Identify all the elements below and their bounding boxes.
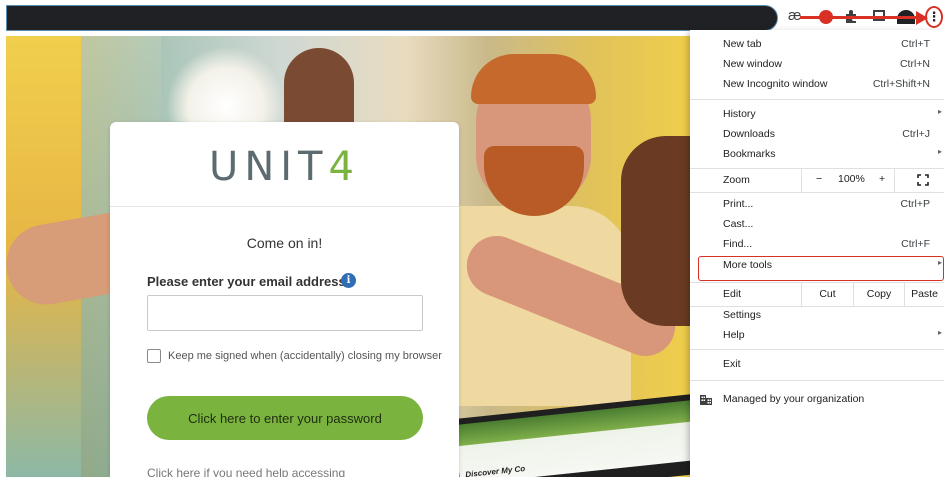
menu-item-help[interactable]: Help ▸ — [690, 326, 944, 346]
chrome-menu: New tab Ctrl+T New window Ctrl+N New Inc… — [690, 30, 944, 477]
email-input[interactable] — [147, 295, 423, 331]
menu-label: Zoom — [723, 174, 750, 186]
menu-shortcut: Ctrl+F — [901, 238, 930, 250]
menu-item-new-tab[interactable]: New tab Ctrl+T — [690, 35, 944, 55]
menu-label: New tab — [723, 38, 762, 50]
menu-label: Help — [723, 329, 745, 341]
copy-button[interactable]: Copy — [853, 282, 905, 306]
more-tools-highlight — [698, 256, 944, 281]
greeting-text: Come on in! — [246, 235, 323, 251]
menu-shortcut: Ctrl+N — [899, 58, 930, 70]
logo-accent: 4 — [328, 144, 360, 190]
photo-man-hair — [471, 54, 596, 104]
address-bar[interactable] — [6, 5, 778, 31]
menu-label: Edit — [723, 288, 742, 300]
menu-shortcut: Ctrl+Shift+N — [872, 78, 930, 90]
menu-item-zoom: Zoom − 100% + — [690, 168, 944, 192]
menu-shortcut: Ctrl+T — [901, 38, 930, 50]
menu-label: New window — [723, 58, 782, 70]
menu-item-new-incognito[interactable]: New Incognito window Ctrl+Shift+N — [690, 75, 944, 95]
screenshot: Discover My Co æ ⋮ 1 UNIT4 Come on in! P… — [0, 0, 944, 477]
unit4-logo: UNIT4 — [110, 144, 459, 190]
menu-separator — [690, 349, 944, 350]
menu-shortcut: Ctrl+J — [902, 128, 930, 140]
submenu-arrow-icon: ▸ — [937, 107, 942, 116]
menu-separator — [690, 99, 944, 100]
menu-item-downloads[interactable]: Downloads Ctrl+J — [690, 125, 944, 145]
menu-label: Managed by your organization — [723, 393, 865, 405]
zoom-level: 100% — [838, 173, 865, 185]
paste-button[interactable]: Paste — [905, 282, 944, 306]
menu-label: New Incognito window — [723, 78, 828, 90]
submenu-arrow-icon: ▸ — [937, 328, 942, 337]
menu-item-print[interactable]: Print... Ctrl+P — [690, 195, 944, 215]
menu-item-bookmarks[interactable]: Bookmarks ▸ — [690, 145, 944, 165]
menu-item-exit[interactable]: Exit — [690, 355, 944, 375]
menu-label: Cast... — [723, 218, 754, 230]
zoom-controls: − 100% + — [801, 168, 895, 192]
zoom-in-button[interactable]: + — [879, 173, 885, 185]
menu-separator — [690, 380, 944, 381]
enter-password-button[interactable]: Click here to enter your password — [147, 396, 423, 440]
keep-signed-label[interactable]: Keep me signed when (accidentally) closi… — [168, 350, 442, 362]
info-icon[interactable]: i — [341, 273, 356, 288]
photo-woman — [621, 136, 694, 326]
annotation-arrow — [800, 16, 920, 19]
menu-item-cast[interactable]: Cast... — [690, 215, 944, 235]
laptop-screen-text: Discover My Co — [464, 463, 526, 477]
keep-signed-checkbox[interactable] — [147, 349, 161, 363]
menu-label: Bookmarks — [723, 148, 776, 160]
logo-text: UNIT — [209, 144, 329, 190]
menu-item-history[interactable]: History ▸ — [690, 105, 944, 125]
menu-item-settings[interactable]: Settings — [690, 306, 944, 326]
menu-separator — [690, 192, 944, 193]
login-card: UNIT4 Come on in! Please enter your emai… — [110, 122, 459, 477]
menu-label: Find... — [723, 238, 753, 250]
card-divider — [110, 206, 459, 207]
annotation-arrow-head — [916, 11, 928, 25]
help-link[interactable]: Click here if you need help accessing — [147, 466, 345, 477]
menu-item-managed[interactable]: Managed by your organization — [690, 390, 944, 410]
menu-item-edit: Edit Cut Copy Paste — [690, 282, 944, 306]
menu-item-find[interactable]: Find... Ctrl+F — [690, 235, 944, 255]
zoom-out-button[interactable]: − — [816, 173, 822, 185]
email-label: Please enter your email address: — [147, 274, 351, 289]
menu-label: Downloads — [723, 128, 775, 140]
cut-button[interactable]: Cut — [801, 282, 853, 306]
submenu-arrow-icon: ▸ — [937, 147, 942, 156]
fullscreen-icon[interactable] — [917, 174, 929, 186]
menu-shortcut: Ctrl+P — [900, 198, 930, 210]
menu-label: History — [723, 108, 756, 120]
menu-label: Print... — [723, 198, 754, 210]
menu-label: Exit — [723, 358, 741, 370]
menu-label: Settings — [723, 309, 761, 321]
laptop-screen: Discover My Co — [454, 400, 694, 477]
menu-item-new-window[interactable]: New window Ctrl+N — [690, 55, 944, 75]
